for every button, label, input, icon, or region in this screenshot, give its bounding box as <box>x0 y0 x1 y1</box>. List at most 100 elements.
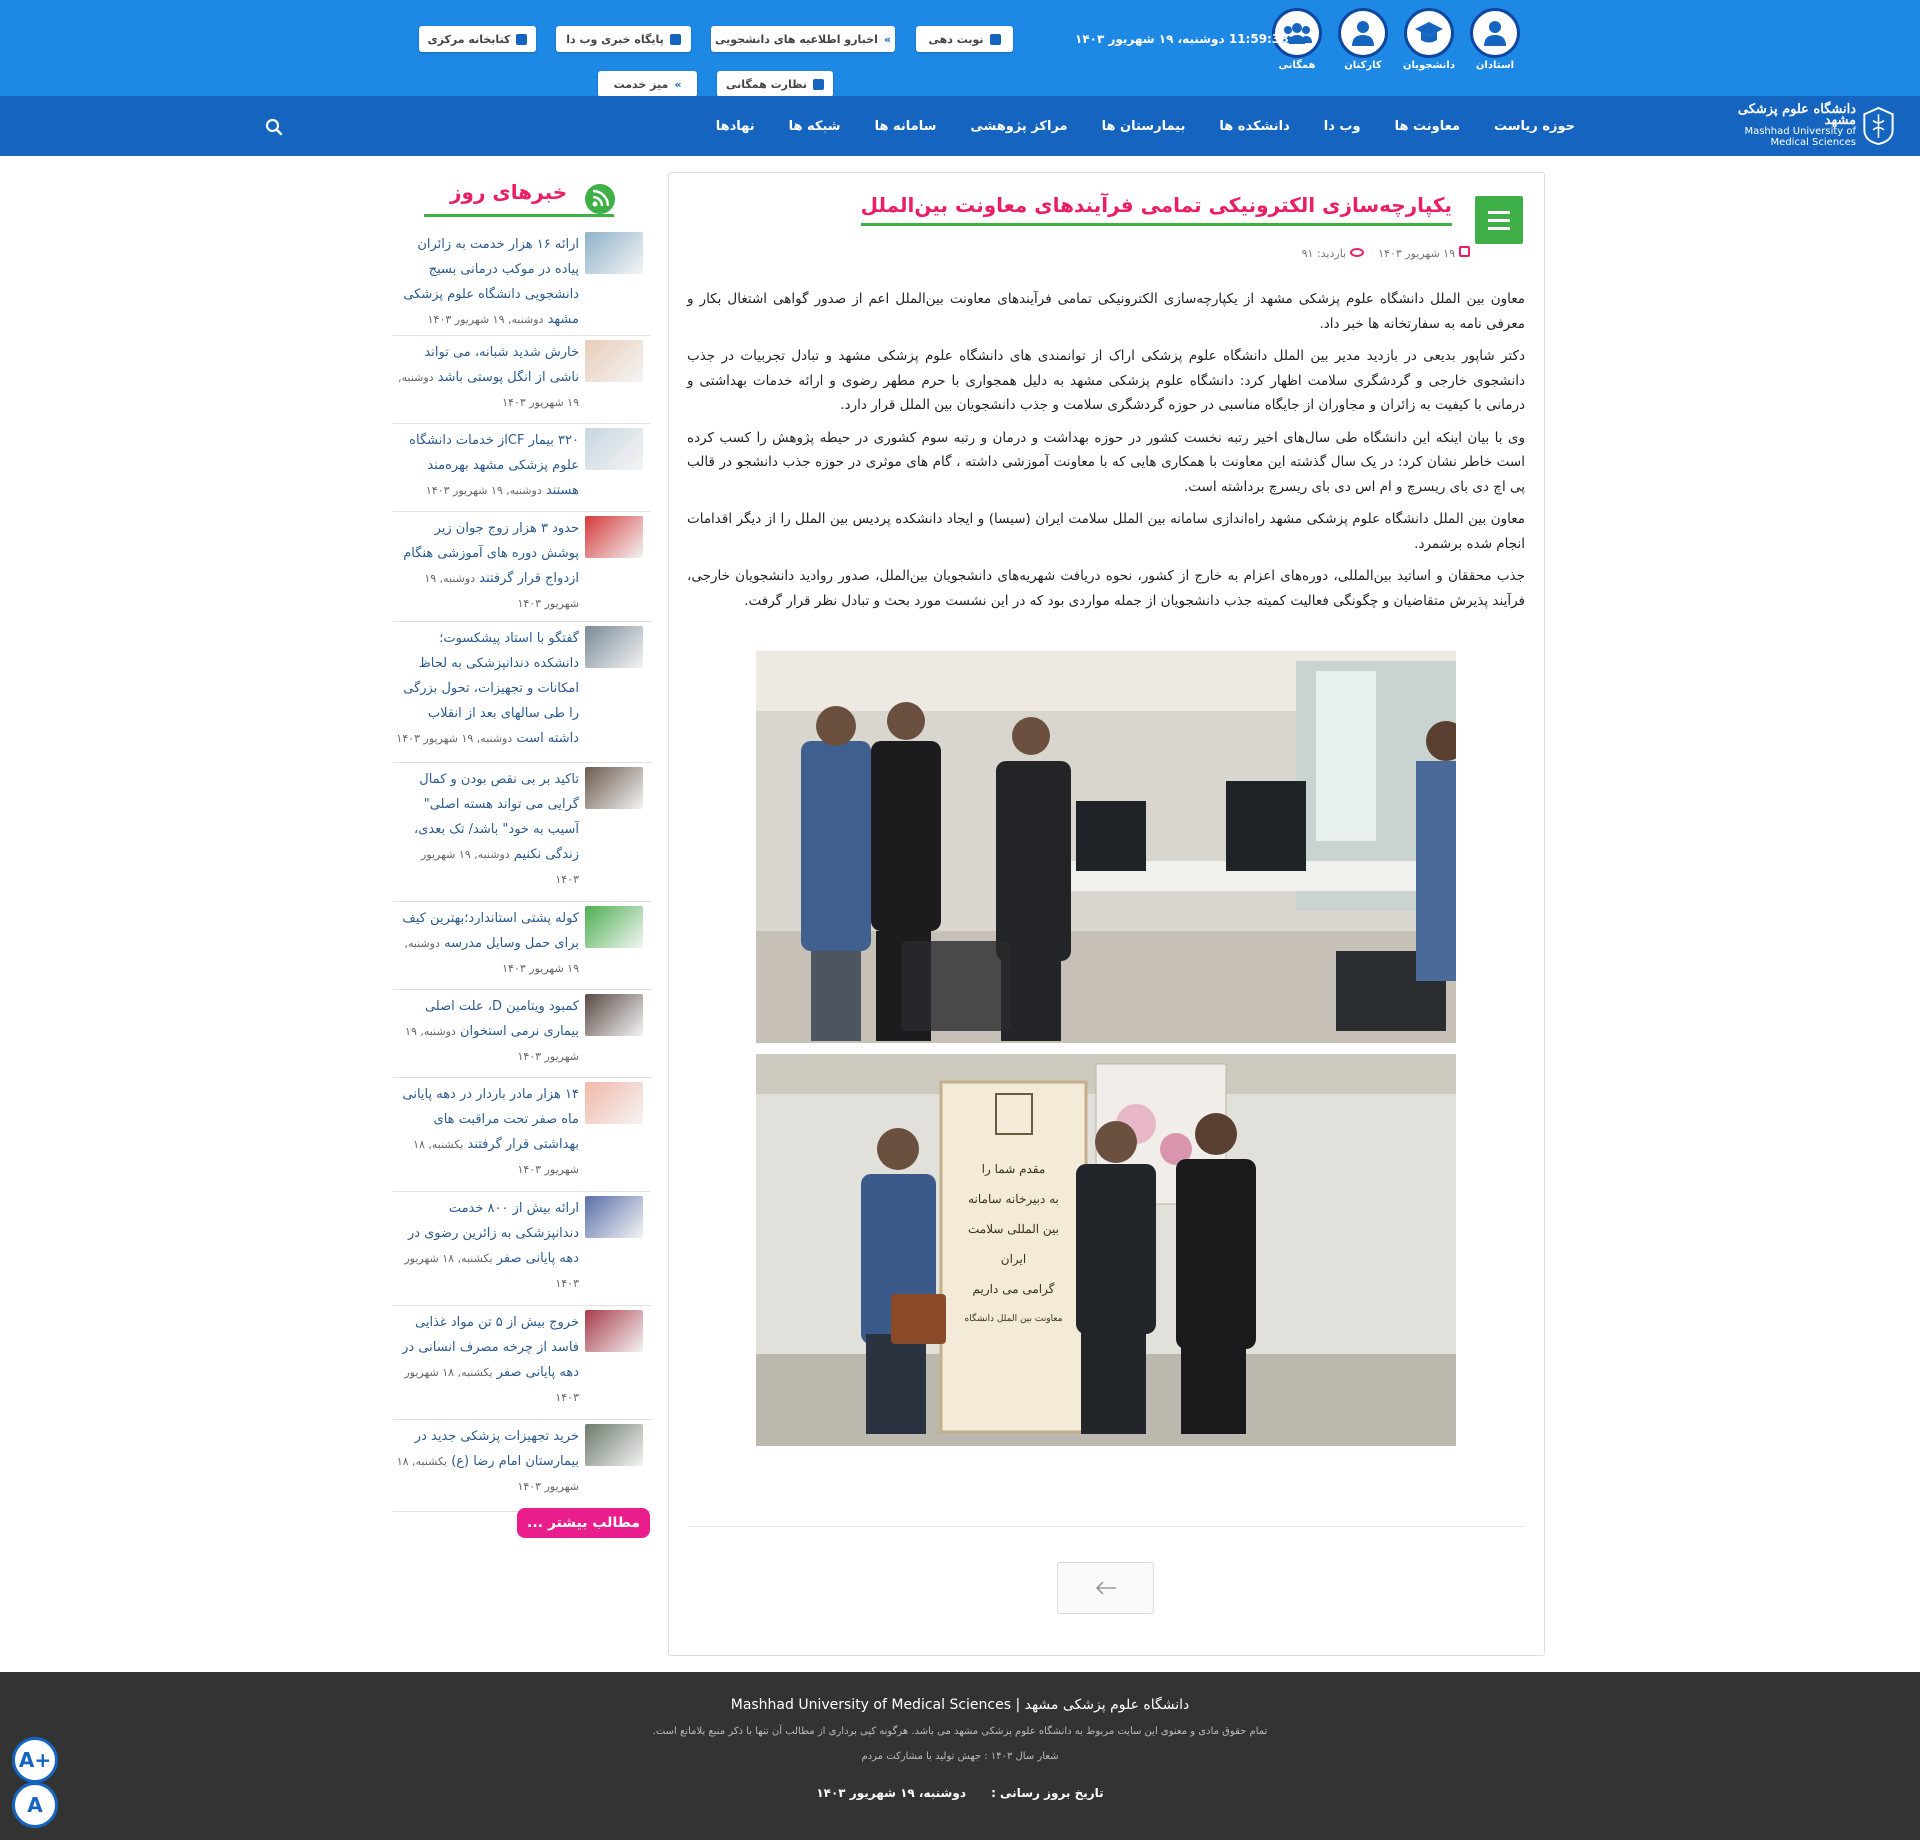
footer-slogan: شعار سال ۱۴۰۳ : جهش تولید با مشارکت مردم <box>861 1751 1059 1762</box>
footer-copyright: تمام حقوق مادی و معنوی این سایت مربوط به… <box>652 1726 1268 1737</box>
webda-news-button[interactable]: پایگاه خبری وب دا <box>556 26 691 52</box>
clock-date: دوشنبه، ۱۹ شهریور ۱۴۰۳ <box>1075 32 1225 46</box>
news-text: ارائه بیش از ۸۰۰ خدمت دندانپزشکی به زائر… <box>395 1196 579 1296</box>
news-text: خارش شدید شبانه، می تواند ناشی از انگل پ… <box>395 340 579 415</box>
news-thumbnail[interactable] <box>585 1082 643 1124</box>
professor-icon <box>1470 8 1520 58</box>
news-thumbnail[interactable] <box>585 906 643 948</box>
news-text: خروج بیش از ۵ تن مواد غذایی فاسد از چرخه… <box>395 1310 579 1410</box>
news-text: کوله پشتی استاندارد؛بهترین کیف برای حمل … <box>395 906 579 981</box>
user-icon <box>989 33 1001 45</box>
nav-item-systems[interactable]: سامانه ها <box>875 119 937 134</box>
news-thumbnail[interactable] <box>585 340 643 382</box>
news-thumbnail[interactable] <box>585 1424 643 1466</box>
clock-time: 11:59:38 <box>1228 32 1289 46</box>
logo-text: دانشگاه علوم پزشکی مشهد Mashhad Universi… <box>1737 102 1857 148</box>
news-thumbnail[interactable] <box>585 994 643 1036</box>
role-students[interactable]: دانشجویان <box>1399 8 1459 71</box>
news-item[interactable]: خارش شدید شبانه، می تواند ناشی از انگل پ… <box>393 340 651 424</box>
news-headline[interactable]: گفتگو با استاد پیشکسوت؛ دانشکده دندانپزش… <box>403 631 579 746</box>
role-professors[interactable]: استادان <box>1465 8 1525 71</box>
news-item[interactable]: ارائه ۱۶ هزار خدمت به زائران پیاده در مو… <box>393 232 651 336</box>
nav-item-webda[interactable]: وب دا <box>1324 119 1361 134</box>
footer-title: دانشگاه علوم پزشکی مشهد | Mashhad Univer… <box>730 1697 1190 1713</box>
article-date: ۱۹ شهریور ۱۴۰۳ <box>1378 246 1470 260</box>
news-text: کمبود ویتامین D، علت اصلی بیماری نرمی اس… <box>395 994 579 1069</box>
nav-item-hospitals[interactable]: بیمارستان ها <box>1102 119 1186 134</box>
article-visits: بازدید: ۹۱ <box>1302 247 1365 260</box>
graduation-cap-icon <box>1404 8 1454 58</box>
news-headline[interactable]: خارش شدید شبانه، می تواند ناشی از انگل پ… <box>424 345 579 385</box>
service-desk-button[interactable]: » میز خدمت <box>598 71 697 97</box>
article-paragraph: دکتر شاپور بدیعی در بازدید مدیر بین المل… <box>687 348 1525 413</box>
nav-item-institutions[interactable]: نهادها <box>716 119 755 134</box>
student-news-button[interactable]: » اخبارو اطلاعیه های دانشجویی <box>711 26 895 52</box>
news-thumbnail[interactable] <box>585 516 643 558</box>
footer-update: تاریخ بروز رسانی : دوشنبه، ۱۹ شهریور ۱۴۰… <box>816 1786 1104 1800</box>
photo-banner-text: مقدم شما را به دبیرخانه سامانه بین الملل… <box>964 1162 1063 1324</box>
public-supervision-button[interactable]: نظارت همگانی <box>717 71 833 97</box>
sidebar-title-underline <box>424 214 614 217</box>
news-item[interactable]: ۱۴ هزار مادر باردار در دهه پایانی ماه صف… <box>393 1082 651 1192</box>
nav-item-faculties[interactable]: دانشکده ها <box>1219 119 1289 134</box>
decrease-font-button[interactable]: A <box>12 1782 58 1828</box>
book-icon <box>516 33 528 45</box>
footer: دانشگاه علوم پزشکی مشهد | Mashhad Univer… <box>0 1672 1920 1840</box>
article-paragraph: معاون بین الملل دانشگاه علوم پزشکی مشهد … <box>687 291 1525 332</box>
central-library-button[interactable]: کتابخانه مرکزی <box>419 26 536 52</box>
news-item[interactable]: ۳۲۰ بیمار CFاز خدمات دانشگاه علوم پزشکی … <box>393 428 651 512</box>
news-date: دوشنبه, ۱۹ شهریور ۱۴۰۳ <box>396 732 513 745</box>
nav-item-research-centers[interactable]: مراکز پژوهشی <box>970 119 1067 134</box>
article-meta: ۱۹ شهریور ۱۴۰۳ بازدید: ۹۱ <box>1302 246 1470 260</box>
article-photo-office[interactable] <box>756 651 1456 1043</box>
news-text: گفتگو با استاد پیشکسوت؛ دانشکده دندانپزش… <box>395 626 579 751</box>
news-item[interactable]: گفتگو با استاد پیشکسوت؛ دانشکده دندانپزش… <box>393 626 651 763</box>
double-chevron-icon: » <box>883 32 891 46</box>
sidebar-title: خبرهای روز <box>450 180 568 204</box>
appointment-button[interactable]: نوبت دهی <box>916 26 1013 52</box>
nav-item-deputies[interactable]: معاونت ها <box>1395 119 1460 134</box>
news-thumbnail[interactable] <box>585 1196 643 1238</box>
article-photo-group[interactable]: مقدم شما را به دبیرخانه سامانه بین الملل… <box>756 1054 1456 1446</box>
newspaper-icon <box>669 33 681 45</box>
menu-list-icon <box>1475 196 1523 244</box>
news-thumbnail[interactable] <box>585 1310 643 1352</box>
search-icon[interactable] <box>265 118 283 136</box>
news-item[interactable]: خروج بیش از ۵ تن مواد غذایی فاسد از چرخه… <box>393 1310 651 1420</box>
news-thumbnail[interactable] <box>585 232 643 274</box>
article-title: یکپارچه‌سازی الکترونیکی تمامی فرآیندهای … <box>860 193 1452 226</box>
university-logo[interactable]: دانشگاه علوم پزشکی مشهد Mashhad Universi… <box>1735 98 1895 154</box>
eye-icon <box>1350 247 1365 257</box>
news-date: دوشنبه, ۱۹ شهریور ۱۴۰۳ <box>425 484 542 497</box>
news-item[interactable]: کوله پشتی استاندارد؛بهترین کیف برای حمل … <box>393 906 651 990</box>
nav-menu: حوزه ریاست معاونت ها وب دا دانشکده ها بی… <box>716 96 1575 156</box>
news-item[interactable]: تاکید بر بی نقص بودن و کمال گرایی می توا… <box>393 767 651 902</box>
news-text: ۳۲۰ بیمار CFاز خدمات دانشگاه علوم پزشکی … <box>395 428 579 503</box>
news-item[interactable]: حدود ۳ هزار زوج جوان زیر پوشش دوره های آ… <box>393 516 651 622</box>
university-emblem-icon <box>1863 106 1894 146</box>
rss-icon <box>585 184 615 214</box>
news-thumbnail[interactable] <box>585 428 643 470</box>
nav-item-presidency[interactable]: حوزه ریاست <box>1494 119 1575 134</box>
news-text: ۱۴ هزار مادر باردار در دهه پایانی ماه صف… <box>395 1082 579 1182</box>
news-thumbnail[interactable] <box>585 626 643 668</box>
more-news-button[interactable]: مطالب بیشتر ... <box>517 1508 650 1538</box>
news-text: ارائه ۱۶ هزار خدمت به زائران پیاده در مو… <box>395 232 579 332</box>
news-date: دوشنبه, ۱۹ شهریور ۱۴۰۳ <box>427 313 544 326</box>
article-divider <box>689 1526 1525 1527</box>
article-paragraph: جذب محققان و اساتید بین‌المللی، دوره‌های… <box>687 568 1525 609</box>
header-clock: 11:59:38 دوشنبه، ۱۹ شهریور ۱۴۰۳ <box>1075 32 1289 46</box>
news-text: حدود ۳ هزار زوج جوان زیر پوشش دوره های آ… <box>395 516 579 616</box>
back-button[interactable] <box>1057 1562 1154 1614</box>
calendar-icon <box>1459 246 1470 257</box>
news-item[interactable]: خرید تجهیزات پزشکی جدید در بیمارستان اما… <box>393 1424 651 1512</box>
double-chevron-icon: » <box>674 77 682 91</box>
article-body: معاون بین الملل دانشگاه علوم پزشکی مشهد … <box>687 287 1525 621</box>
news-thumbnail[interactable] <box>585 767 643 809</box>
news-text: خرید تجهیزات پزشکی جدید در بیمارستان اما… <box>395 1424 579 1499</box>
increase-font-button[interactable]: A+ <box>12 1737 58 1783</box>
news-item[interactable]: کمبود ویتامین D، علت اصلی بیماری نرمی اس… <box>393 994 651 1078</box>
nav-item-networks[interactable]: شبکه ها <box>789 119 841 134</box>
news-item[interactable]: ارائه بیش از ۸۰۰ خدمت دندانپزشکی به زائر… <box>393 1196 651 1306</box>
role-staff[interactable]: کارکنان <box>1333 8 1393 71</box>
